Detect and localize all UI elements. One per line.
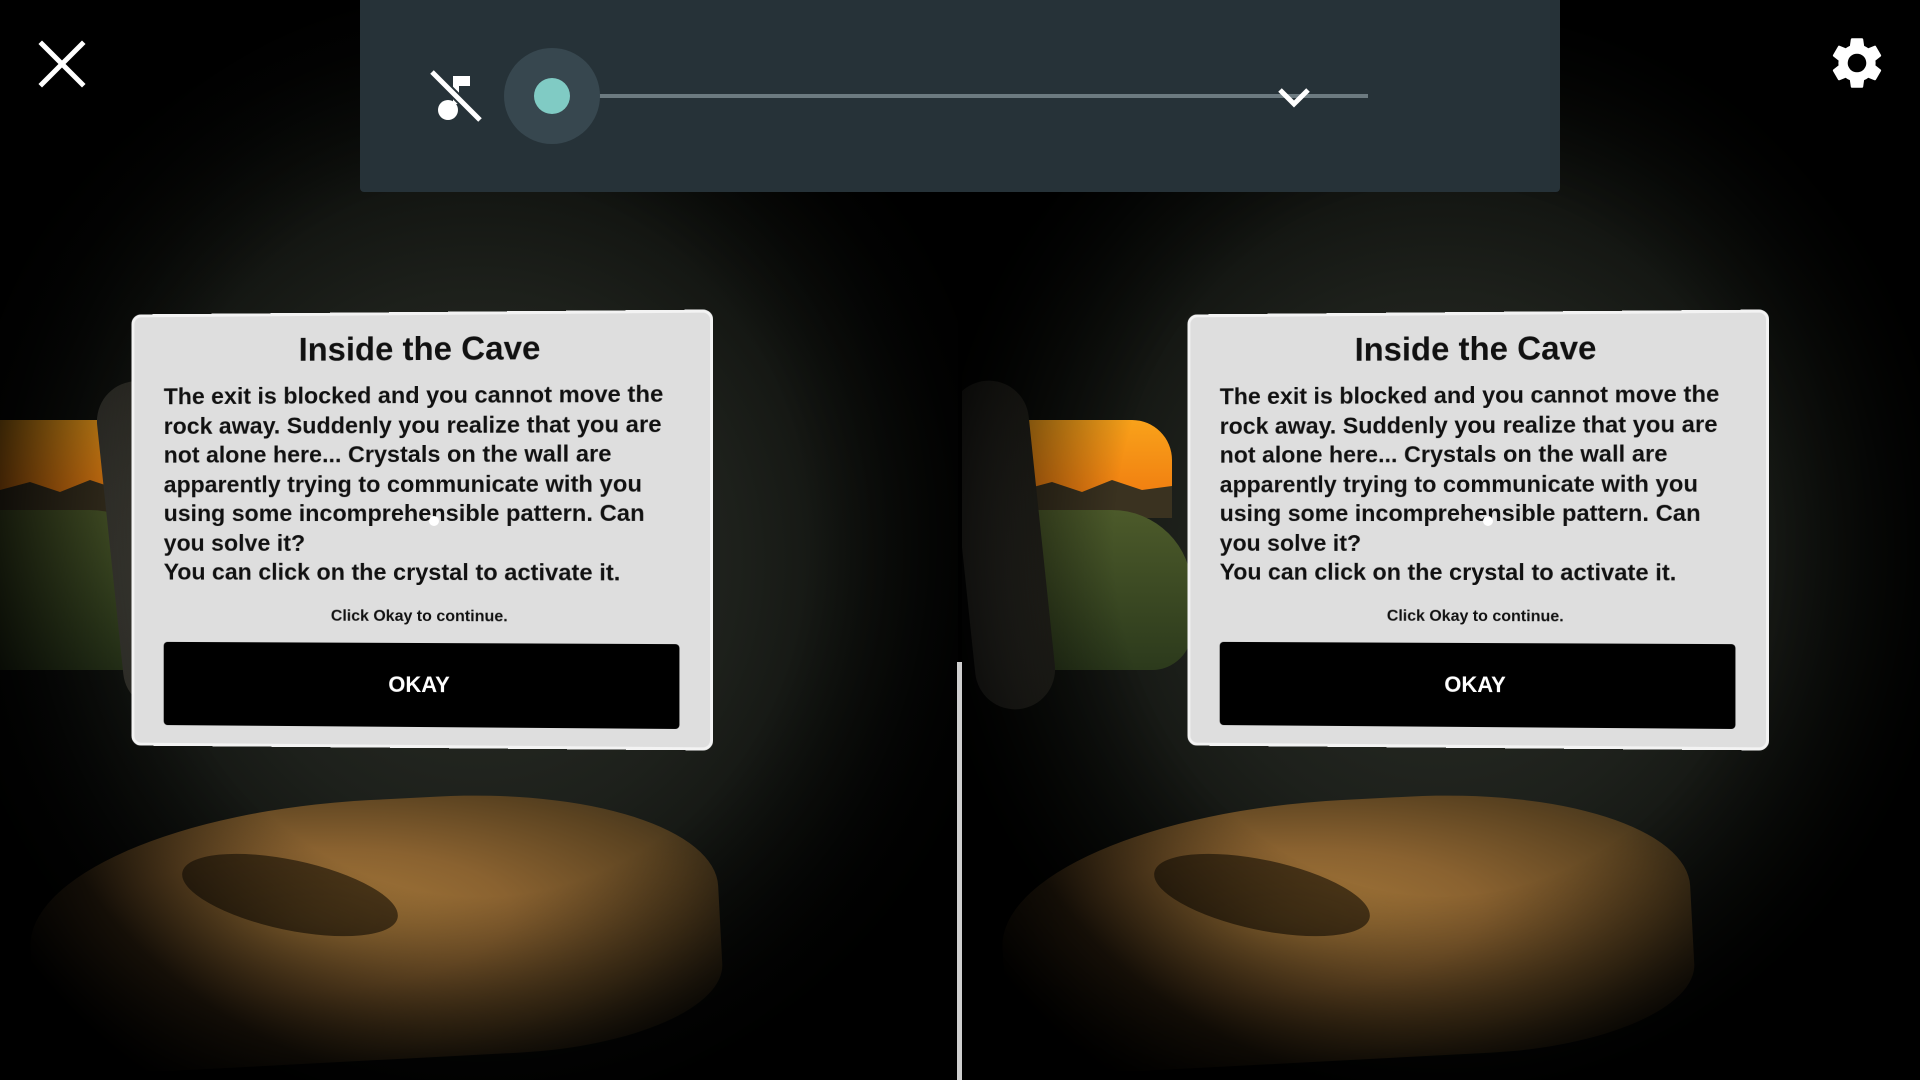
- dialog-body-line: apparently trying to communicate with yo…: [163, 469, 642, 497]
- dialog-body-line: not alone here... Crystals on the wall a…: [163, 440, 612, 468]
- media-control-bar: [360, 0, 1560, 192]
- dialog-body-line: you solve it?: [163, 529, 306, 556]
- gaze-reticle: [429, 516, 439, 526]
- okay-button[interactable]: OKAY: [1219, 641, 1736, 729]
- gaze-reticle: [1483, 516, 1493, 526]
- dialog-body-line: you solve it?: [1219, 529, 1362, 556]
- dialog-body-line: not alone here... Crystals on the wall a…: [1219, 440, 1668, 468]
- vr-stereo-view: Inside the Cave The exit is blocked and …: [0, 0, 1920, 1080]
- music-off-button[interactable]: [426, 66, 486, 126]
- close-icon: [38, 40, 86, 88]
- dialog-body-line: rock away. Suddenly you realize that you…: [163, 410, 662, 439]
- collapse-button[interactable]: [1272, 78, 1316, 118]
- dialog-body-line: The exit is blocked and you cannot move …: [1219, 380, 1720, 410]
- dialog-body: The exit is blocked and you cannot move …: [1220, 379, 1736, 588]
- dialog-title: Inside the Cave: [298, 329, 541, 368]
- music-off-icon: [428, 68, 484, 124]
- dialog-body-line: The exit is blocked and you cannot move …: [163, 380, 664, 410]
- info-dialog: Inside the Cave The exit is blocked and …: [1187, 309, 1770, 751]
- dialog-body: The exit is blocked and you cannot move …: [164, 379, 680, 588]
- gear-icon: [1832, 38, 1882, 88]
- seek-track[interactable]: [552, 94, 1368, 98]
- close-button[interactable]: [36, 38, 88, 90]
- info-dialog: Inside the Cave The exit is blocked and …: [131, 309, 714, 751]
- settings-button[interactable]: [1826, 32, 1888, 94]
- dialog-body-line: using some incomprehensible pattern. Can: [1219, 499, 1701, 527]
- dialog-body-line: rock away. Suddenly you realize that you…: [1219, 410, 1718, 439]
- okay-button[interactable]: OKAY: [163, 641, 680, 729]
- seek-thumb[interactable]: [534, 78, 570, 114]
- dialog-body-line: You can click on the crystal to activate…: [163, 558, 621, 586]
- stereo-divider: [957, 662, 962, 1080]
- dialog-title: Inside the Cave: [1354, 329, 1597, 368]
- dialog-hint: Click Okay to continue.: [1386, 607, 1564, 625]
- dialog-body-line: You can click on the crystal to activate…: [1219, 558, 1677, 586]
- chevron-down-icon: [1278, 88, 1310, 108]
- dialog-body-line: using some incomprehensible pattern. Can: [163, 499, 645, 527]
- dialog-hint: Click Okay to continue.: [330, 607, 508, 625]
- dialog-body-line: apparently trying to communicate with yo…: [1219, 469, 1698, 497]
